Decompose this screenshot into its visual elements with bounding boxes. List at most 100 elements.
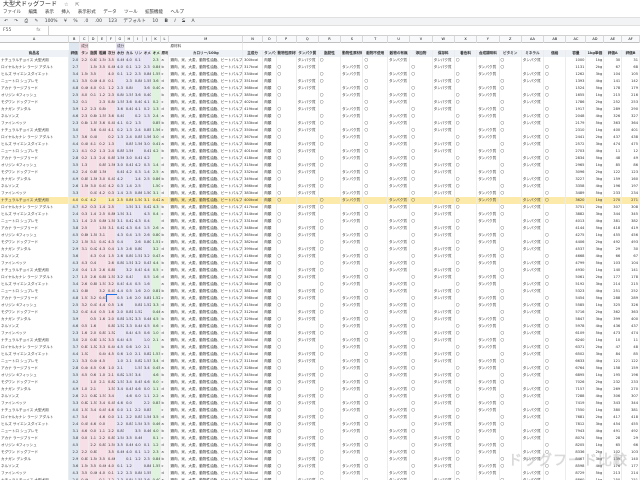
cell[interactable] (319, 64, 342, 71)
cell[interactable]: 3kg (586, 71, 605, 78)
cell[interactable]: タンパク質 (80, 50, 90, 57)
cell[interactable]: a (160, 365, 170, 372)
cell[interactable]: 4.2 (115, 176, 125, 183)
cell[interactable]: 1.1 (98, 428, 108, 435)
cell[interactable]: 0.83 (98, 442, 108, 449)
cell[interactable]: ヒルズ サイエンスダイエット (0, 71, 70, 78)
cell[interactable]: 〇 (277, 239, 297, 246)
cell[interactable]: 5kg (586, 120, 605, 127)
cell[interactable]: 1.54 (80, 463, 90, 470)
cell[interactable]: タンパク質 (297, 414, 319, 421)
cell[interactable]: 4.4 (124, 281, 134, 288)
cell[interactable]: 2.1 (69, 148, 81, 155)
cell[interactable]: 415kcal (243, 302, 264, 309)
cell[interactable] (363, 218, 388, 225)
cell[interactable]: 3.5 (89, 71, 99, 78)
cell[interactable] (499, 197, 522, 204)
cell[interactable]: 1.54 (115, 435, 125, 442)
cell[interactable]: ビタミン (500, 50, 522, 57)
cell[interactable]: 〇 (410, 274, 433, 281)
cell[interactable]: 419 (622, 225, 640, 232)
cell[interactable]: タンパク質 (341, 323, 364, 330)
cell[interactable]: 3.6 (133, 92, 143, 99)
cell[interactable]: 6895 (566, 372, 587, 379)
cell[interactable]: 0.40 (80, 141, 90, 148)
cell[interactable]: b (160, 260, 170, 267)
cell[interactable]: 〇 (319, 302, 342, 309)
cell[interactable]: 鶏肉、米、大麦、動物性油脂、ビートパルプ (169, 120, 244, 127)
cell[interactable]: 0.46 (89, 78, 99, 85)
cell[interactable]: タンパク質 (477, 113, 500, 120)
cell[interactable]: 0.4 (115, 239, 125, 246)
cell[interactable]: 492 (604, 239, 623, 246)
cell[interactable]: 3096 (566, 169, 587, 176)
cell[interactable]: 評価B (622, 50, 640, 57)
cell[interactable]: 2kg (586, 64, 605, 71)
cell[interactable]: タンパク質 (433, 141, 455, 148)
cell[interactable]: 1.52 (151, 295, 161, 302)
cell[interactable]: タンパク質 (341, 400, 364, 407)
cell[interactable]: 67 (622, 253, 640, 260)
cell[interactable] (80, 316, 90, 323)
cell[interactable]: 〇 (500, 414, 522, 421)
cell[interactable]: b (160, 344, 170, 351)
cell[interactable]: 0.0 (89, 428, 99, 435)
cell[interactable]: 肉類 (263, 323, 277, 330)
cell[interactable]: 2.4 (80, 169, 90, 176)
cell[interactable]: 326kcal (243, 463, 264, 470)
cell[interactable]: 351kcal (243, 78, 264, 85)
cell[interactable]: 3.5 (69, 162, 81, 169)
cell[interactable]: 肉類 (263, 155, 277, 162)
cell[interactable]: 2.0 (115, 309, 125, 316)
cell[interactable]: 〇 (277, 190, 297, 197)
cell[interactable] (277, 456, 297, 463)
cell[interactable]: 灰分 (107, 50, 116, 57)
cell[interactable]: 0.83 (115, 428, 125, 435)
cell[interactable]: 4kg (586, 183, 605, 190)
cell[interactable]: 2.2 (107, 428, 116, 435)
cell[interactable]: d (160, 134, 170, 141)
cell[interactable]: 123 (622, 169, 640, 176)
cell[interactable]: 〇 (319, 239, 342, 246)
cell[interactable]: 343 (604, 400, 623, 407)
cell[interactable]: 〇 (277, 337, 297, 344)
table-row[interactable]: ファインペッツ 4.3 4.3 0.4 2.6 0.80 1.51 3.2 0.43 4.4 b 鶏肉… (0, 260, 640, 267)
cell[interactable]: 3.5 (142, 421, 152, 428)
cell[interactable]: 0.85 (142, 127, 152, 134)
cell[interactable]: a (160, 85, 170, 92)
cell[interactable]: 4.0 (89, 85, 99, 92)
cell[interactable]: タンパク質 (477, 253, 500, 260)
cell[interactable]: タンパク質 (341, 106, 364, 113)
table-row[interactable]: オリジン 6フィッシュ 4.5 0.86 1.50 3.1 4.3 0.4 1.5 2.6 0.8… (0, 232, 640, 239)
cell[interactable] (455, 463, 478, 470)
cell[interactable] (522, 295, 545, 302)
cell[interactable]: 鶏肉、米、大麦、動物性油脂、ビートパルプ (169, 274, 244, 281)
cell[interactable]: 2.3 (89, 106, 99, 113)
cell[interactable]: 0.46 (133, 435, 143, 442)
cell[interactable]: 1.51 (151, 239, 161, 246)
cell[interactable]: 〇 (319, 183, 342, 190)
cell[interactable]: 〇 (363, 225, 388, 232)
cell[interactable] (500, 323, 522, 330)
cell[interactable]: 〇 (410, 106, 433, 113)
cell[interactable]: タンパク質 (341, 190, 364, 197)
cell[interactable] (410, 120, 433, 127)
cell[interactable]: タンパク質 (388, 330, 411, 337)
column-header-z[interactable]: Z (500, 36, 522, 43)
cell[interactable]: 307 (604, 204, 623, 211)
cell[interactable]: 〇 (363, 267, 388, 274)
cell[interactable] (133, 400, 143, 407)
cell[interactable]: 肉類 (263, 281, 277, 288)
cell[interactable] (297, 323, 319, 330)
cell[interactable]: 〇 (455, 330, 478, 337)
cell[interactable]: 〇 (319, 470, 342, 477)
cell[interactable]: 2.2 (142, 400, 152, 407)
cell[interactable]: 〇 (319, 113, 342, 120)
cell[interactable]: 0.40 (89, 134, 99, 141)
cell[interactable]: 11 (622, 337, 640, 344)
cell[interactable]: 3kg (586, 316, 605, 323)
cell[interactable]: 0.43 (80, 309, 90, 316)
cell[interactable]: ネルソンズ (0, 253, 70, 260)
cell[interactable]: 4.2 (124, 169, 134, 176)
cell[interactable]: 270 (622, 386, 640, 393)
